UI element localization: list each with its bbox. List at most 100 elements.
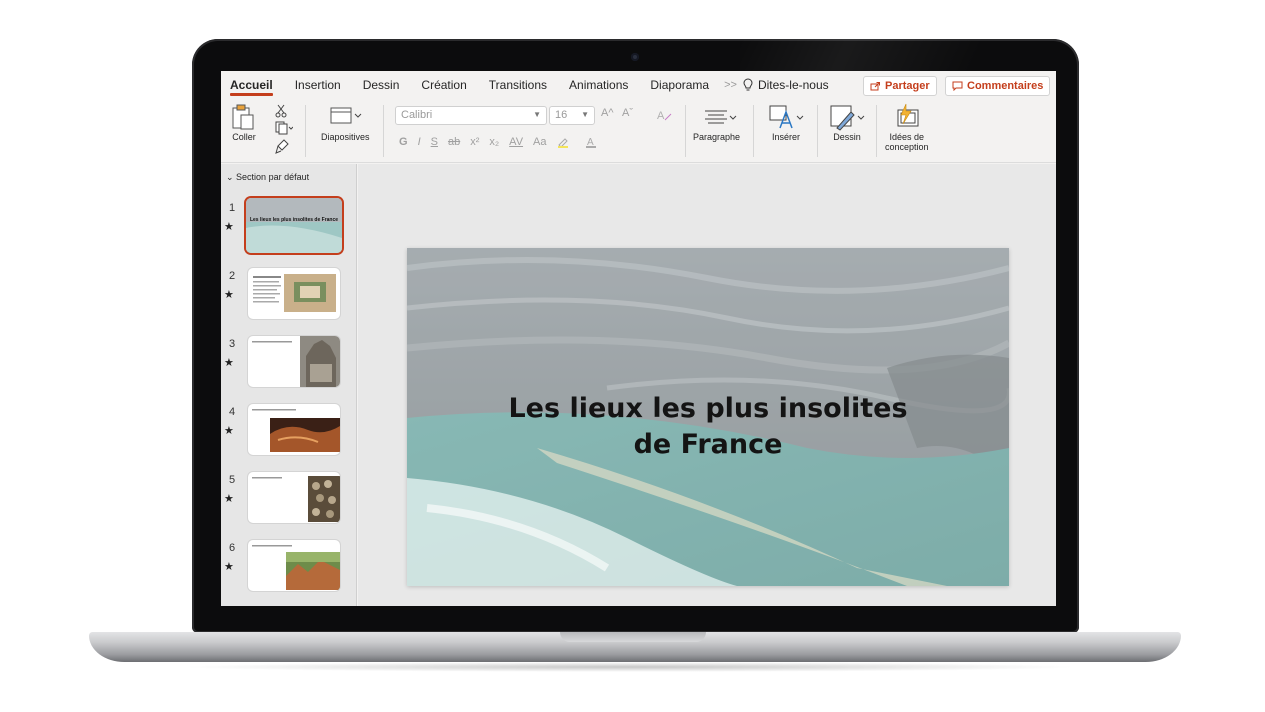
lightbulb-icon	[743, 78, 753, 91]
ribbon-separator	[817, 105, 818, 157]
tab-dessin[interactable]: Dessin	[352, 71, 411, 99]
drawing-icon[interactable]	[827, 102, 867, 132]
slides-group: Diapositives	[321, 102, 370, 142]
new-slide-icon[interactable]	[328, 102, 362, 132]
paste-label: Coller	[232, 132, 256, 142]
chevron-down-icon: ▼	[581, 110, 589, 119]
paste-group: Coller	[229, 102, 259, 142]
thumbnail-image	[253, 274, 336, 312]
slide-thumbnail[interactable]	[248, 404, 340, 455]
slide-title-line-2: de France	[633, 429, 783, 460]
change-case-button[interactable]: Aa	[533, 136, 546, 148]
paragraph-icon[interactable]	[695, 102, 739, 132]
italic-button[interactable]: I	[418, 136, 421, 148]
tab-diaporama[interactable]: Diaporama	[639, 71, 720, 99]
comments-button[interactable]: Commentaires	[945, 76, 1051, 96]
thumbnail-image	[252, 409, 340, 452]
insert-shape-icon[interactable]	[766, 102, 806, 132]
slide-number: 2	[229, 270, 236, 282]
slide-editor: Les lieux les plus insolites de France	[358, 164, 1056, 606]
strikethrough-button[interactable]: ab	[448, 136, 460, 148]
bold-button[interactable]: G	[399, 136, 408, 148]
slide-title-line-1: Les lieux les plus insolites	[508, 393, 908, 424]
app-window: Accueil Insertion Dessin Création Transi…	[221, 71, 1056, 606]
share-label: Partager	[885, 80, 930, 92]
insert-label: Insérer	[771, 132, 800, 142]
current-slide[interactable]: Les lieux les plus insolites de France	[407, 248, 1009, 586]
design-ideas-icon[interactable]	[892, 102, 922, 132]
slide-number: 5	[229, 474, 236, 486]
slide-thumbnail-row[interactable]: 4 ★	[221, 404, 357, 464]
font-color-icon[interactable]: A	[585, 136, 603, 148]
svg-text:A: A	[657, 110, 665, 122]
design-ideas-label-2: conception	[885, 142, 929, 152]
comment-icon	[952, 81, 963, 91]
star-icon: ★	[224, 425, 234, 437]
slide-thumbnail-row[interactable]: 3 ★	[221, 336, 357, 396]
ribbon-separator	[305, 105, 306, 157]
font-name-value: Calibri	[401, 109, 433, 121]
font-size-select[interactable]: 16 ▼	[549, 106, 595, 125]
star-icon: ★	[224, 357, 234, 369]
thumbnail-image	[252, 336, 340, 387]
paste-icon[interactable]	[229, 102, 259, 132]
star-icon: ★	[224, 561, 234, 573]
laptop-shadow	[180, 662, 1080, 672]
ribbon-separator	[685, 105, 686, 157]
slide-thumbnail[interactable]	[248, 472, 340, 523]
laptop-notch	[560, 632, 706, 642]
tell-me-search[interactable]: Dites-le-nous	[741, 78, 829, 92]
highlight-icon[interactable]	[557, 136, 575, 148]
slide-thumbnail[interactable]	[248, 336, 340, 387]
slide-number: 3	[229, 338, 236, 350]
font-name-select[interactable]: Calibri ▼	[395, 106, 547, 125]
slide-number: 1	[229, 202, 236, 214]
tab-animations[interactable]: Animations	[558, 71, 639, 99]
comments-label: Commentaires	[967, 80, 1044, 92]
grow-font-icon[interactable]: A^	[601, 107, 614, 119]
thumbnail-image	[246, 198, 342, 253]
star-icon: ★	[224, 289, 234, 301]
section-title: Section par défaut	[236, 172, 310, 182]
more-tabs-icon[interactable]: >>	[720, 79, 741, 91]
scissors-icon[interactable]	[275, 104, 287, 118]
clear-formatting-icon[interactable]: A	[657, 108, 673, 122]
format-painter-icon[interactable]	[275, 139, 289, 155]
format-row: G I S ab x² x₂ AV Aa A	[399, 136, 603, 148]
char-spacing-button[interactable]: AV	[509, 136, 523, 148]
slide-title[interactable]: Les lieux les plus insolites de France	[407, 391, 1009, 463]
slide-thumbnail[interactable]	[248, 268, 340, 319]
paragraph-group: Paragraphe	[693, 102, 740, 142]
insert-group: Insérer	[766, 102, 806, 142]
tell-me-label: Dites-le-nous	[757, 78, 829, 92]
ribbon-separator	[876, 105, 877, 157]
section-header[interactable]: ⌄ Section par défaut	[226, 172, 309, 183]
chevron-down-icon: ⌄	[226, 172, 237, 182]
slide-thumbnail-row[interactable]: 5 ★	[221, 472, 357, 532]
thumbnail-image	[252, 476, 340, 522]
slide-thumbnail[interactable]: Les lieux les plus insolites de France	[246, 198, 342, 253]
superscript-button[interactable]: x²	[470, 136, 479, 148]
slide-number: 4	[229, 406, 236, 418]
slide-thumbnail[interactable]	[248, 540, 340, 591]
thumbnail-image	[252, 545, 340, 590]
tab-creation[interactable]: Création	[410, 71, 477, 99]
share-button[interactable]: Partager	[863, 76, 937, 96]
paragraph-label: Paragraphe	[693, 132, 741, 142]
font-size-value: 16	[555, 109, 568, 121]
ribbon-separator	[383, 105, 384, 157]
slide-thumbnail-row[interactable]: 1 ★ Les lieux les plus insolites de Fran…	[221, 198, 357, 260]
subscript-button[interactable]: x₂	[489, 136, 499, 148]
slide-number: 6	[229, 542, 236, 554]
chevron-down-icon: ▼	[533, 110, 541, 119]
shrink-font-icon[interactable]: Aˇ	[622, 107, 633, 119]
underline-button[interactable]: S	[431, 136, 438, 148]
slide-thumbnail-row[interactable]: 6 ★	[221, 540, 357, 600]
ribbon-separator	[753, 105, 754, 157]
slide-thumbnail-row[interactable]: 2 ★	[221, 268, 357, 328]
copy-icon[interactable]	[275, 121, 293, 135]
star-icon: ★	[224, 221, 234, 233]
tab-insertion[interactable]: Insertion	[284, 71, 352, 99]
tab-accueil[interactable]: Accueil	[221, 71, 284, 99]
tab-transitions[interactable]: Transitions	[478, 71, 558, 99]
